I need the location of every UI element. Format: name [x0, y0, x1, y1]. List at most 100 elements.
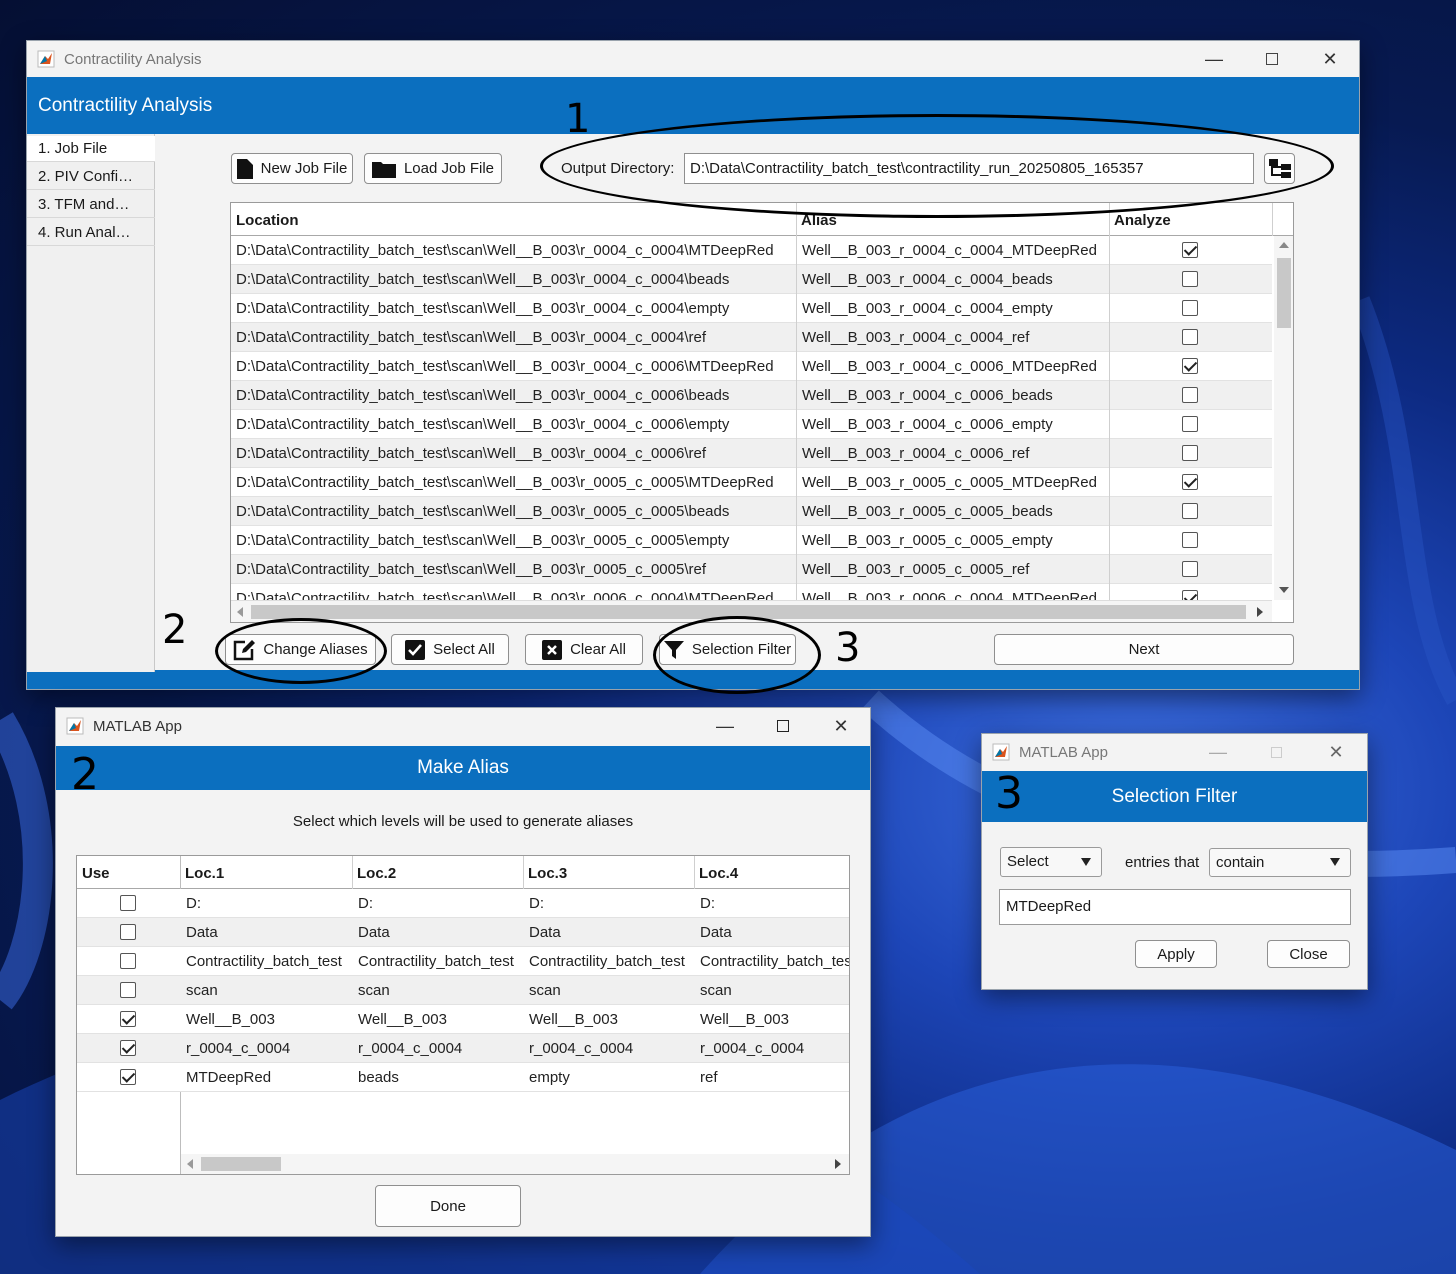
analyze-checkbox[interactable]: [1182, 387, 1198, 403]
scroll-up-arrow[interactable]: [1279, 242, 1289, 248]
action-dropdown[interactable]: Select: [1000, 847, 1102, 877]
table-row[interactable]: D:\Data\Contractility_batch_test\scan\We…: [231, 468, 1272, 497]
alias-cell[interactable]: Well__B_003_r_0004_c_0006_ref: [797, 439, 1110, 468]
alias-cell[interactable]: Well__B_003_r_0004_c_0004_MTDeepRed: [797, 236, 1110, 265]
location-cell: D:\Data\Contractility_batch_test\scan\We…: [231, 468, 797, 497]
alias-cell[interactable]: Well__B_003_r_0004_c_0004_beads: [797, 265, 1110, 294]
alias-cell[interactable]: Well__B_003_r_0005_c_0005_beads: [797, 497, 1110, 526]
tab-job-file[interactable]: 1. Job File: [27, 136, 155, 162]
table-row[interactable]: D:\Data\Contractility_batch_test\scan\We…: [231, 265, 1272, 294]
annotation-number-3-dialog: 3: [995, 768, 1023, 819]
close-button[interactable]: ✕: [812, 708, 870, 744]
tab-tfm[interactable]: 3. TFM and…: [27, 191, 155, 218]
use-checkbox[interactable]: [120, 953, 136, 969]
close-button[interactable]: ✕: [1307, 734, 1365, 770]
close-dialog-button[interactable]: Close: [1267, 940, 1350, 968]
analyze-checkbox[interactable]: [1182, 532, 1198, 548]
analyze-checkbox[interactable]: [1182, 561, 1198, 577]
use-checkbox[interactable]: [120, 924, 136, 940]
location-cell: D:\Data\Contractility_batch_test\scan\We…: [231, 439, 797, 468]
table-row[interactable]: D:\Data\Contractility_batch_test\scan\We…: [231, 584, 1272, 600]
alias-cell[interactable]: Well__B_003_r_0004_c_0006_MTDeepRed: [797, 352, 1110, 381]
scroll-left-arrow[interactable]: [187, 1159, 193, 1169]
scroll-right-arrow[interactable]: [1257, 607, 1263, 617]
alias-cell[interactable]: Well__B_003_r_0006_c_0004_MTDeepRed: [797, 584, 1110, 600]
apply-button[interactable]: Apply: [1135, 940, 1217, 968]
table-row[interactable]: D:\Data\Contractility_batch_test\scan\We…: [231, 526, 1272, 555]
level-cell: Well__B_003: [358, 1011, 447, 1028]
use-checkbox[interactable]: [120, 982, 136, 998]
vertical-scrollbar[interactable]: [1274, 236, 1293, 600]
alias-cell[interactable]: Well__B_003_r_0005_c_0005_empty: [797, 526, 1110, 555]
analyze-checkbox[interactable]: [1182, 503, 1198, 519]
table-row[interactable]: D:\Data\Contractility_batch_test\scan\We…: [231, 497, 1272, 526]
bottom-banner: [27, 670, 1359, 689]
scroll-thumb[interactable]: [1277, 258, 1291, 328]
analyze-checkbox[interactable]: [1182, 271, 1198, 287]
table-row[interactable]: D:\Data\Contractility_batch_test\scan\We…: [231, 381, 1272, 410]
change-aliases-label: Change Aliases: [263, 641, 368, 658]
selection-filter-button[interactable]: Selection Filter: [659, 634, 796, 665]
alias-cell[interactable]: Well__B_003_r_0004_c_0006_empty: [797, 410, 1110, 439]
condition-dropdown[interactable]: contain: [1209, 848, 1351, 877]
analyze-checkbox[interactable]: [1182, 474, 1198, 490]
use-checkbox[interactable]: [120, 1040, 136, 1056]
horizontal-scrollbar[interactable]: [231, 600, 1272, 622]
done-button[interactable]: Done: [375, 1185, 521, 1227]
analyze-checkbox[interactable]: [1182, 329, 1198, 345]
scroll-thumb[interactable]: [251, 605, 1246, 619]
clear-all-button[interactable]: Clear All: [525, 634, 643, 665]
table-row[interactable]: D:\Data\Contractility_batch_test\scan\We…: [231, 323, 1272, 352]
level-cell: Contractility_batch_tes: [700, 953, 850, 970]
browse-directory-button[interactable]: [1264, 153, 1295, 184]
analyze-checkbox[interactable]: [1182, 242, 1198, 258]
analyze-checkbox[interactable]: [1182, 300, 1198, 316]
maximize-button[interactable]: [1243, 41, 1301, 77]
next-button[interactable]: Next: [994, 634, 1294, 665]
output-directory-field[interactable]: D:\Data\Contractility_batch_test\contrac…: [684, 153, 1254, 184]
tab-run-analysis[interactable]: 4. Run Anal…: [27, 219, 155, 246]
table-row[interactable]: D:\Data\Contractility_batch_test\scan\We…: [231, 439, 1272, 468]
scroll-down-arrow[interactable]: [1279, 587, 1289, 593]
filter-text-field[interactable]: MTDeepRed: [999, 889, 1351, 925]
table-row[interactable]: D:\Data\Contractility_batch_test\scan\We…: [231, 410, 1272, 439]
alias-cell[interactable]: Well__B_003_r_0005_c_0005_ref: [797, 555, 1110, 584]
use-checkbox[interactable]: [120, 1069, 136, 1085]
table-row[interactable]: D:\Data\Contractility_batch_test\scan\We…: [231, 236, 1272, 265]
select-all-button[interactable]: Select All: [391, 634, 509, 665]
edit-icon: [234, 639, 256, 660]
alias-cell[interactable]: Well__B_003_r_0004_c_0006_beads: [797, 381, 1110, 410]
analyze-checkbox[interactable]: [1182, 358, 1198, 374]
analyze-checkbox[interactable]: [1182, 590, 1198, 600]
change-aliases-button[interactable]: Change Aliases: [225, 634, 376, 665]
minimize-button[interactable]: —: [696, 708, 754, 744]
scroll-left-arrow[interactable]: [237, 607, 243, 617]
alias-cell[interactable]: Well__B_003_r_0005_c_0005_MTDeepRed: [797, 468, 1110, 497]
minimize-button[interactable]: —: [1185, 41, 1243, 77]
scroll-thumb[interactable]: [201, 1157, 281, 1171]
maximize-button[interactable]: [754, 708, 812, 744]
level-cell: empty: [529, 1069, 570, 1086]
loc3-header: Loc.3: [528, 865, 568, 882]
table-row[interactable]: D:\Data\Contractility_batch_test\scan\We…: [231, 555, 1272, 584]
close-button[interactable]: ✕: [1301, 41, 1359, 77]
table-row[interactable]: D:\Data\Contractility_batch_test\scan\We…: [231, 294, 1272, 323]
tab-list: 1. Job File 2. PIV Confi… 3. TFM and… 4.…: [27, 134, 155, 672]
alias-cell[interactable]: Well__B_003_r_0004_c_0004_ref: [797, 323, 1110, 352]
alias-horizontal-scrollbar[interactable]: [181, 1154, 849, 1174]
analyze-checkbox[interactable]: [1182, 445, 1198, 461]
main-titlebar: Contractility Analysis: [27, 41, 1359, 77]
use-checkbox[interactable]: [120, 1011, 136, 1027]
alias-cell[interactable]: Well__B_003_r_0004_c_0004_empty: [797, 294, 1110, 323]
use-checkbox[interactable]: [120, 895, 136, 911]
annotation-number-1: 1: [565, 96, 591, 142]
analyze-checkbox[interactable]: [1182, 416, 1198, 432]
new-job-file-button[interactable]: New Job File: [231, 153, 353, 184]
tab-piv-config[interactable]: 2. PIV Confi…: [27, 163, 155, 190]
table-row[interactable]: D:\Data\Contractility_batch_test\scan\We…: [231, 352, 1272, 381]
x-box-icon: [542, 639, 563, 660]
minimize-button[interactable]: —: [1189, 734, 1247, 770]
scroll-right-arrow[interactable]: [835, 1159, 841, 1169]
load-job-file-button[interactable]: Load Job File: [364, 153, 502, 184]
level-cell: D:: [529, 895, 544, 912]
